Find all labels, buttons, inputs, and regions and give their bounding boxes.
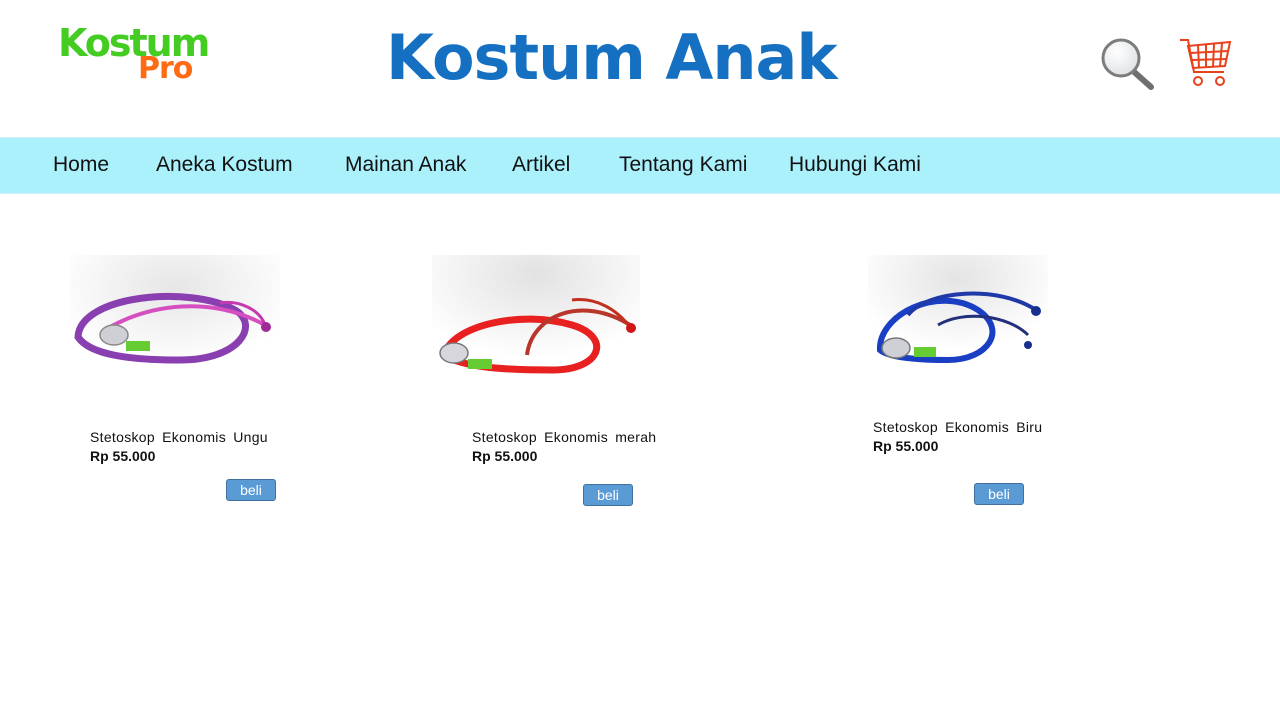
search-icon[interactable] [1098, 36, 1156, 92]
cart-icon[interactable] [1178, 34, 1232, 90]
header: Kostum Pro Kostum Anak [0, 0, 1280, 137]
product-image-ungu[interactable] [70, 255, 280, 385]
buy-button-ungu[interactable]: beli [226, 479, 276, 501]
nav-item-home[interactable]: Home [53, 153, 109, 177]
product-name-merah[interactable]: Stetoskop Ekonomis merah [472, 429, 656, 445]
nav-item-mainan-anak[interactable]: Mainan Anak [345, 153, 466, 177]
nav-item-hubungi-kami[interactable]: Hubungi Kami [789, 153, 921, 177]
product-name-ungu[interactable]: Stetoskop Ekonomis Ungu [90, 429, 268, 445]
product-price-biru: Rp 55.000 [873, 438, 939, 454]
buy-button-biru[interactable]: beli [974, 483, 1024, 505]
product-price-ungu: Rp 55.000 [90, 448, 156, 464]
nav-item-tentang-kami[interactable]: Tentang Kami [619, 153, 747, 177]
main-navbar: Home Aneka Kostum Mainan Anak Artikel Te… [0, 137, 1280, 194]
logo-sub-text: Pro [138, 51, 193, 86]
page-title: Kostum Anak [386, 21, 838, 94]
nav-item-aneka-kostum[interactable]: Aneka Kostum [156, 153, 293, 177]
site-logo[interactable]: Kostum Pro [58, 24, 218, 88]
product-image-biru[interactable] [868, 255, 1048, 375]
product-image-merah[interactable] [432, 255, 640, 385]
product-name-biru[interactable]: Stetoskop Ekonomis Biru [873, 419, 1042, 435]
product-price-merah: Rp 55.000 [472, 448, 538, 464]
buy-button-merah[interactable]: beli [583, 484, 633, 506]
nav-item-artikel[interactable]: Artikel [512, 153, 570, 177]
